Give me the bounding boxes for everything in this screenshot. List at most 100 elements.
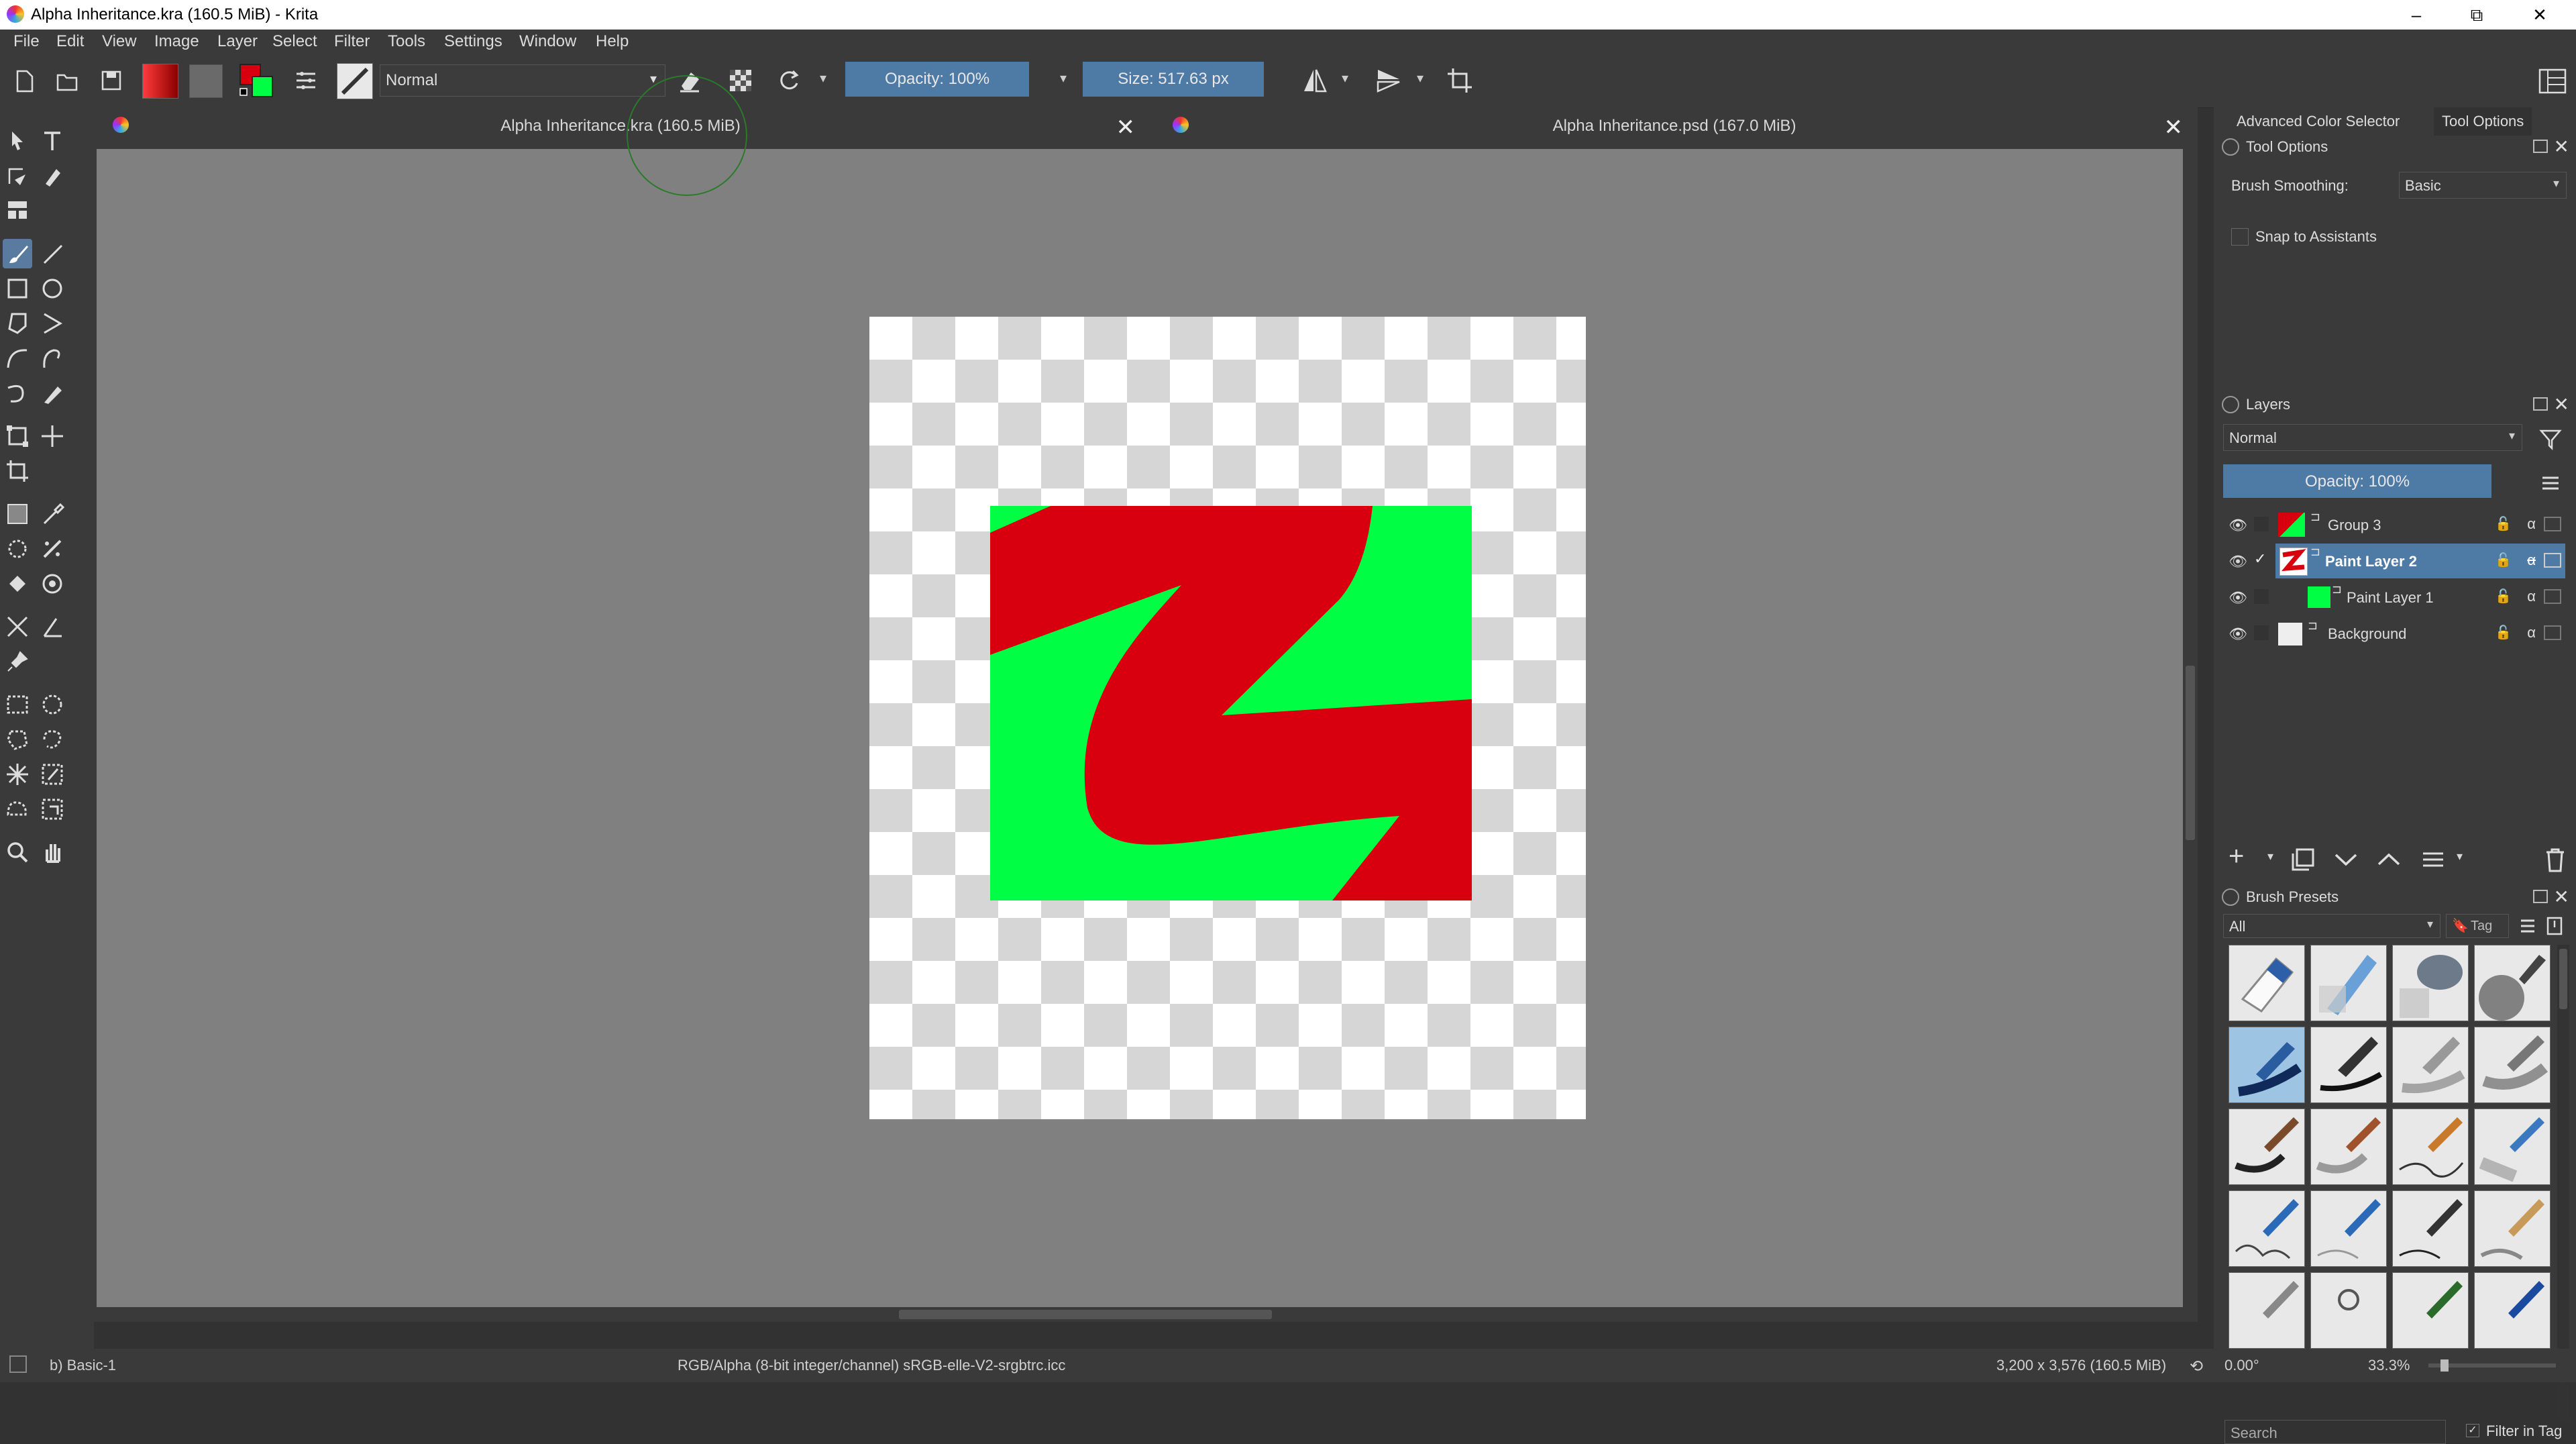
multibrush-icon[interactable]	[38, 378, 67, 408]
freehand-path-icon[interactable]	[38, 344, 67, 373]
layer-select-checkbox[interactable]	[2254, 625, 2269, 640]
maximize-button[interactable]: ⧉	[2450, 1, 2504, 28]
reload-preset-icon[interactable]	[774, 66, 804, 95]
delete-layer-icon[interactable]	[2541, 845, 2569, 874]
list-view-icon[interactable]	[2517, 915, 2538, 937]
brush-preset-thumbnail[interactable]	[337, 63, 373, 99]
layer-row-paint-layer-1[interactable]: 👁 ⊐ Paint Layer 1 🔓 α	[2224, 580, 2565, 615]
foreground-background-color-icon[interactable]	[237, 62, 275, 99]
preset-eraser[interactable]	[2229, 945, 2305, 1021]
contiguous-selection-icon[interactable]	[3, 760, 32, 789]
gradient-selector[interactable]	[142, 64, 178, 99]
preset-pencil-wood[interactable]	[2474, 1190, 2551, 1267]
menu-settings[interactable]: Settings	[444, 32, 502, 51]
preset-basic-1-selected[interactable]	[2229, 1027, 2305, 1103]
blend-mode-dropdown[interactable]: Normal ▾	[380, 64, 665, 97]
menu-file[interactable]: File	[13, 32, 40, 51]
zoom-tool-icon[interactable]	[3, 837, 32, 867]
preset-pencil-grey[interactable]	[2310, 1190, 2387, 1267]
add-layer-icon[interactable]: +	[2229, 841, 2244, 872]
mirror-horizontal-icon[interactable]	[1300, 66, 1330, 95]
preserve-alpha-icon[interactable]	[726, 66, 755, 95]
preset-filter-dropdown[interactable]: All ▾	[2223, 914, 2440, 938]
crop-tool-icon[interactable]	[3, 456, 32, 486]
layer-properties-icon[interactable]	[2544, 517, 2561, 531]
size-slider[interactable]: Size: 517.63 px	[1083, 62, 1284, 97]
lock-icon[interactable]: 🔓	[2495, 624, 2512, 641]
duplicate-layer-icon[interactable]	[2289, 845, 2317, 874]
layer-properties-icon[interactable]	[2544, 553, 2561, 568]
document-tab-psd[interactable]: Alpha Inheritance.psd (167.0 MiB) ✕	[1154, 107, 2195, 145]
close-panel-icon[interactable]: ✕	[2554, 886, 2569, 908]
menu-layer[interactable]: Layer	[217, 32, 258, 51]
text-tool-icon[interactable]	[38, 126, 67, 156]
layer-row-group-3[interactable]: 👁 ⊐ Group 3 🔓 α	[2224, 507, 2565, 542]
preset-scrollbar[interactable]	[2557, 945, 2569, 1419]
move-tool-icon[interactable]	[38, 421, 67, 451]
menu-image[interactable]: Image	[154, 32, 199, 51]
filter-icon[interactable]	[2537, 425, 2564, 452]
preset-charcoal[interactable]	[2474, 1108, 2551, 1185]
zoom-slider-handle[interactable]	[2440, 1359, 2449, 1372]
scrollbar-thumb[interactable]	[2186, 666, 2195, 840]
layer-opacity-slider[interactable]: Opacity: 100%	[2223, 464, 2512, 498]
preset-soft-brush[interactable]	[2392, 1027, 2469, 1103]
freehand-brush-tool[interactable]	[3, 239, 32, 268]
storage-icon[interactable]	[2544, 915, 2565, 937]
layer-select-checkbox[interactable]	[2254, 589, 2269, 604]
elliptical-selection-icon[interactable]	[38, 690, 67, 719]
alpha-inherit-icon[interactable]: α	[2527, 588, 2536, 605]
preset-soft-eraser[interactable]	[2392, 945, 2469, 1021]
size-spinner[interactable]	[1264, 62, 1284, 97]
opacity-slider[interactable]: Opacity: 100%	[845, 62, 1049, 97]
chevron-down-icon[interactable]: ▾	[1060, 70, 1067, 87]
line-tool-icon[interactable]	[38, 239, 67, 268]
brush-settings-icon[interactable]	[291, 66, 321, 95]
filter-in-tag-checkbox[interactable]: ✓	[2466, 1424, 2479, 1437]
visibility-eye-icon[interactable]: 👁	[2229, 589, 2247, 607]
vertical-scrollbar[interactable]	[2183, 149, 2198, 1317]
canvas-viewport[interactable]	[97, 75, 2195, 1317]
preset-clone[interactable]	[2310, 1272, 2387, 1349]
new-document-icon[interactable]	[9, 66, 39, 95]
chevron-down-icon[interactable]: ▾	[1342, 70, 1348, 87]
move-layer-down-icon[interactable]	[2332, 845, 2360, 874]
float-panel-icon[interactable]	[2533, 890, 2548, 903]
close-tab-button[interactable]: ✕	[2164, 114, 2184, 141]
alpha-inherit-icon[interactable]: α	[2527, 624, 2536, 641]
menu-edit[interactable]: Edit	[56, 32, 84, 51]
preset-airbrush[interactable]	[2474, 945, 2551, 1021]
select-shapes-icon[interactable]	[3, 126, 32, 156]
scrollbar-thumb[interactable]	[899, 1310, 1272, 1319]
layer-select-checkbox[interactable]	[2254, 517, 2269, 531]
document-tab-kra[interactable]: Alpha Inheritance.kra (160.5 MiB) ✕	[94, 107, 1147, 145]
menu-tools[interactable]: Tools	[388, 32, 425, 51]
magnetic-selection-icon[interactable]	[38, 794, 67, 824]
tag-button[interactable]: 🔖 Tag	[2446, 914, 2509, 938]
layer-row-background[interactable]: 👁 ⊐ Background 🔓 α	[2224, 616, 2565, 651]
alpha-inherit-icon[interactable]: α	[2527, 515, 2536, 533]
enclose-fill-icon[interactable]	[38, 569, 67, 599]
layer-properties-icon[interactable]	[2544, 589, 2561, 604]
close-window-button[interactable]: ✕	[2513, 1, 2567, 28]
open-folder-icon[interactable]	[52, 66, 82, 95]
preset-blue-pen[interactable]	[2474, 1272, 2551, 1349]
workspace-chooser-icon[interactable]	[2537, 66, 2568, 97]
reference-pin-icon[interactable]	[3, 647, 32, 676]
lock-icon[interactable]: 🔓	[2495, 588, 2512, 605]
fill-tool-icon[interactable]	[3, 569, 32, 599]
color-picker-icon[interactable]	[38, 499, 67, 529]
rectangle-tool-icon[interactable]	[3, 274, 32, 303]
preset-textured-brush[interactable]	[2474, 1027, 2551, 1103]
mirror-vertical-icon[interactable]	[1374, 66, 1403, 95]
menu-view[interactable]: View	[102, 32, 137, 51]
ellipse-tool-icon[interactable]	[38, 274, 67, 303]
move-layer-up-icon[interactable]	[2375, 845, 2403, 874]
edit-shapes-icon[interactable]	[3, 161, 32, 191]
alpha-inherit-active-icon[interactable]: α	[2527, 552, 2536, 569]
preset-search-input[interactable]: Search	[2224, 1420, 2446, 1444]
menu-help[interactable]: Help	[596, 32, 629, 51]
smart-patch-icon[interactable]	[38, 534, 67, 564]
save-icon[interactable]	[97, 66, 126, 95]
preset-pencil-blue[interactable]	[2229, 1190, 2305, 1267]
